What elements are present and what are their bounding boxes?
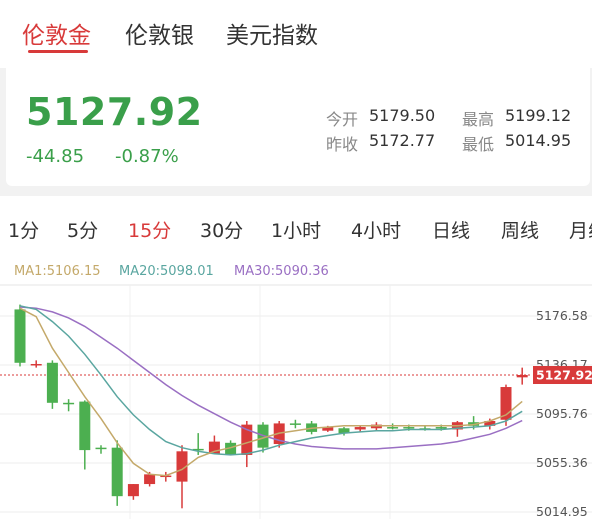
ma30-line [19,306,523,450]
prev-close-value: 5172.77 [369,131,436,150]
candle-body [435,427,447,429]
candle-body [516,375,528,378]
open-label: 今开 [326,110,359,129]
y-tick-label: 5095.76 [536,406,588,421]
period-15min[interactable]: 15分 [128,216,171,243]
y-tick-label: 5055.36 [536,455,588,470]
price-change-percent: -0.87% [115,146,179,167]
ma20-line [19,305,523,456]
period-monthly[interactable]: 月线 [569,216,592,243]
high-value: 5199.12 [505,106,572,125]
prev-close-label: 昨收 [326,135,359,154]
candle-body [403,427,415,429]
period-1min[interactable]: 1分 [8,216,39,243]
open-value: 5179.50 [369,106,436,125]
period-selector: 1分 5分 15分 30分 1小时 4小时 日线 周线 月线 [0,196,592,266]
low-value: 5014.95 [505,131,572,150]
period-weekly[interactable]: 周线 [501,216,539,243]
period-5min[interactable]: 5分 [67,216,98,243]
candle-body [144,474,156,485]
candlestick-plot: 5176.585136.175095.765055.365014.955127.… [0,284,592,519]
kline-chart[interactable]: MA1:5106.15 MA20:5098.01 MA30:5090.36 51… [0,258,592,519]
tab-london-silver[interactable]: 伦敦银 [125,16,194,50]
period-30min[interactable]: 30分 [200,216,243,243]
tab-london-gold[interactable]: 伦敦金 [22,16,91,50]
price-change: -44.85 [26,146,85,167]
instrument-tabs: 伦敦金 伦敦银 美元指数 [0,0,592,68]
candle-body [111,447,123,497]
period-1hour[interactable]: 1小时 [271,216,321,243]
y-tick-label: 5176.58 [536,308,588,323]
candle-body [79,401,91,451]
candle-body [46,362,58,403]
candle-body [354,427,366,430]
high-label: 最高 [462,110,495,129]
candle-body [14,309,26,363]
active-tab-indicator [28,50,88,53]
y-tick-label: 5014.95 [536,504,588,519]
current-price: 5127.92 [26,90,203,134]
low-label: 最低 [462,135,495,154]
candle-body [127,484,139,497]
quote-card: 5127.92 -44.85 -0.87% 今开 5179.50 最高 5199… [6,68,590,186]
period-4hour[interactable]: 4小时 [351,216,401,243]
period-daily[interactable]: 日线 [432,216,470,243]
candle-body [63,402,75,405]
tab-dollar-index[interactable]: 美元指数 [226,16,318,50]
current-price-tag-text: 5127.92 [536,368,592,383]
candle-body [95,447,107,450]
candle-body [30,363,42,366]
candle-body [387,427,399,429]
candle-body [289,423,301,425]
